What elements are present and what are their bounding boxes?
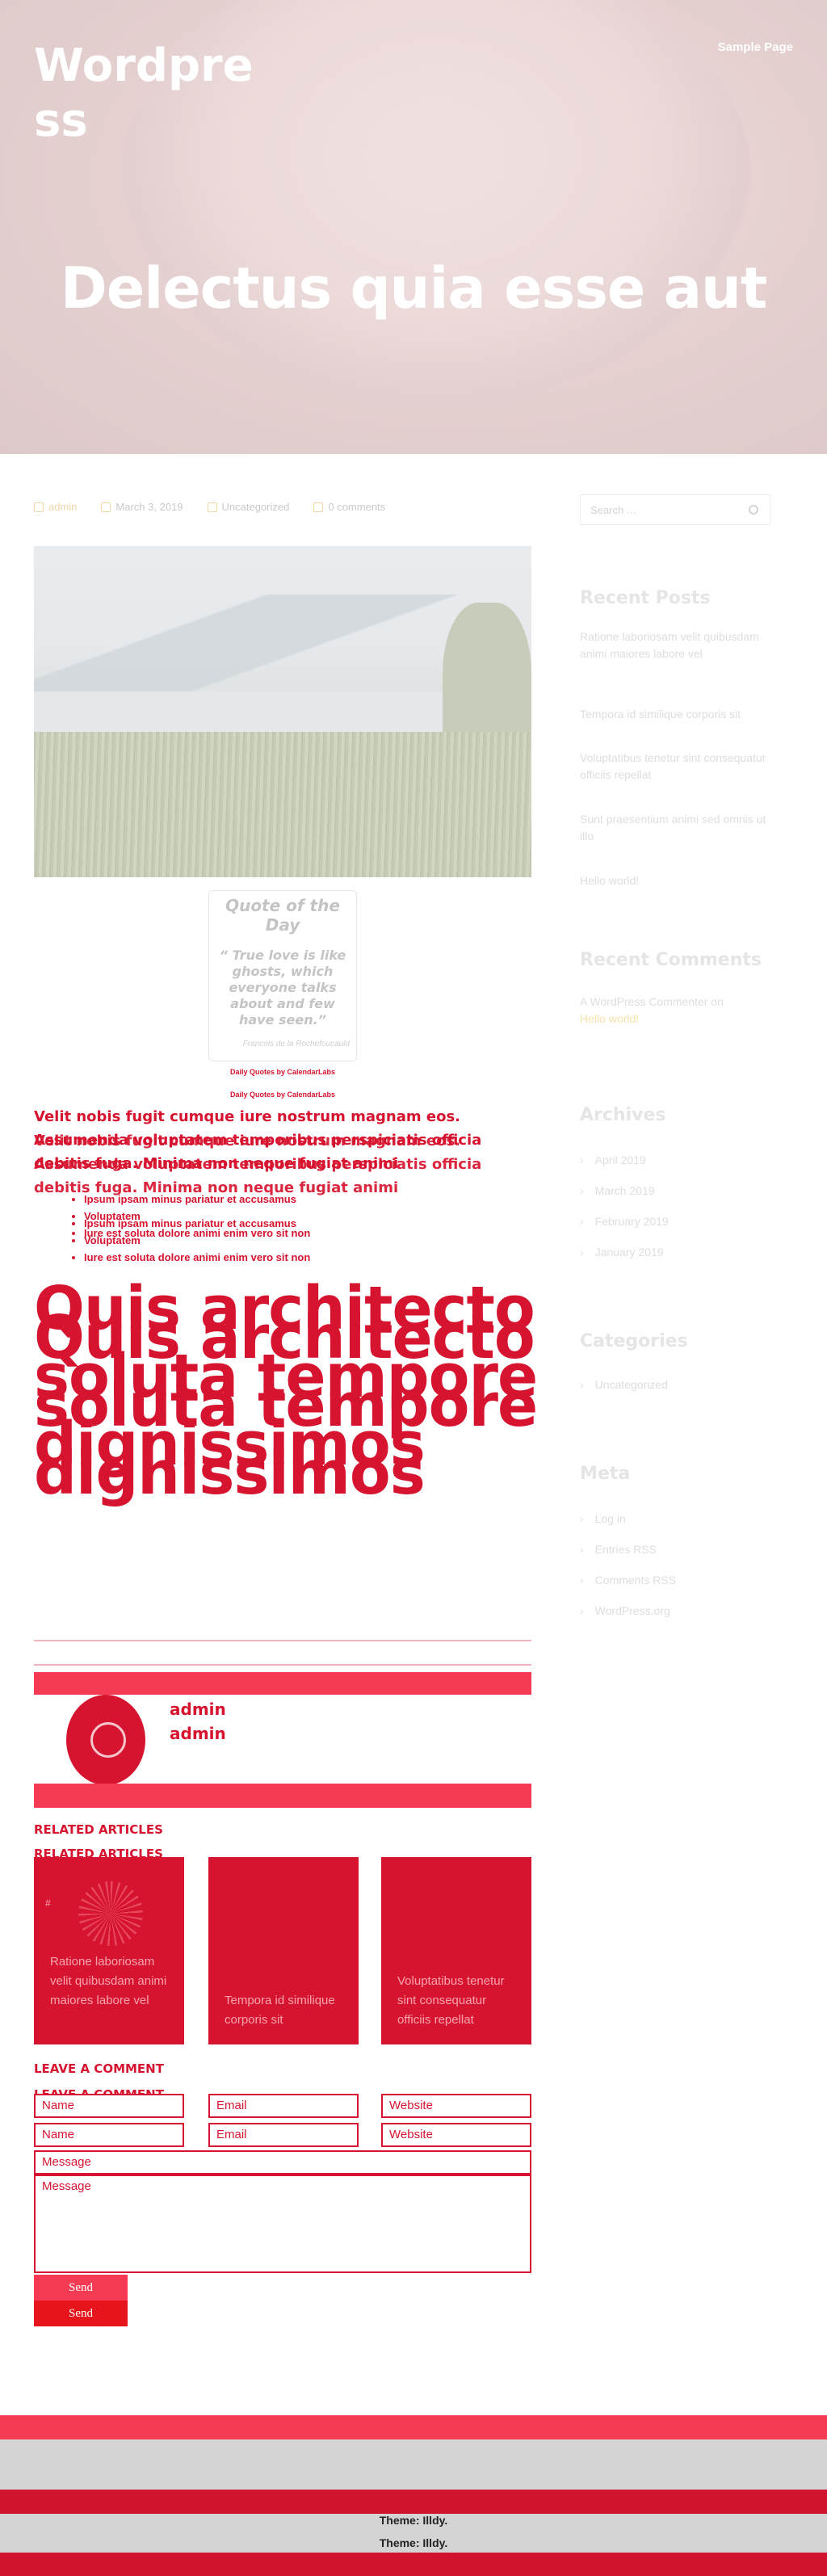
post-meta: admin March 3, 2019 Uncategorized 0 comm… xyxy=(34,501,385,513)
related-articles-heading: RELATED ARTICLES xyxy=(34,1822,163,1837)
author-box-bottom-bar xyxy=(34,1784,531,1808)
archive-link[interactable]: March 2019 xyxy=(580,1184,655,1197)
category-item[interactable]: Uncategorized xyxy=(580,1378,668,1391)
hero-title: Delectus quia esse aut xyxy=(60,255,768,321)
recent-post-link[interactable]: Ratione laboriosam velit quibusdam animi… xyxy=(580,628,774,662)
site-title[interactable]: Wordpress xyxy=(34,39,276,149)
related-article-title[interactable]: Voluptatibus tenetur sint consequatur of… xyxy=(397,1972,520,2030)
calendar-credit-link-dup[interactable]: Daily Quotes by CalendarLabs xyxy=(0,1090,565,1099)
website-field-dup[interactable]: Website xyxy=(381,2123,531,2147)
card-image xyxy=(78,1881,143,1946)
footer-bottom-bar xyxy=(0,2490,827,2514)
quote-title: Quote of the Day xyxy=(225,896,340,935)
search-placeholder: Search … xyxy=(590,504,637,516)
related-article-card[interactable]: Tempora id similique corporis sit xyxy=(208,1857,359,2044)
recent-comments-title: Recent Comments xyxy=(580,950,762,970)
related-article-title[interactable]: Ratione laboriosam velit quibusdam animi… xyxy=(50,1952,173,2011)
list-item: Iure est soluta dolore animi enim vero s… xyxy=(84,1249,536,1266)
author-box-name: admin xyxy=(170,1700,226,1719)
archive-link[interactable]: April 2019 xyxy=(580,1154,646,1166)
footer-theme-credit-dup: Theme: Illdy. xyxy=(379,2536,448,2549)
meta-link[interactable]: Entries RSS xyxy=(580,1543,657,1556)
recent-post-link[interactable]: Tempora id similique corporis sit xyxy=(580,706,774,723)
message-field-dup[interactable]: Message xyxy=(34,2175,531,2273)
categories-title: Categories xyxy=(580,1331,688,1351)
archives-title: Archives xyxy=(580,1105,666,1125)
name-field[interactable]: Name xyxy=(34,2094,184,2118)
recent-post-link[interactable]: Hello world! xyxy=(580,872,774,889)
related-article-card[interactable]: # Ratione laboriosam velit quibusdam ani… xyxy=(34,1857,184,2044)
footer-theme-credit: Theme: Illdy. xyxy=(379,2514,448,2527)
email-field-dup[interactable]: Email xyxy=(208,2123,359,2147)
recent-post-link[interactable]: Voluptatibus tenetur sint consequatur of… xyxy=(580,750,774,784)
quote-text: “ True love is like ghosts, which everyo… xyxy=(219,948,346,1027)
list-item: Ipsum ipsam minus pariatur et accusamus xyxy=(84,1191,536,1208)
message-field[interactable]: Message xyxy=(34,2150,531,2175)
comment-icon xyxy=(313,502,324,512)
email-field[interactable]: Email xyxy=(208,2094,359,2118)
list-item: Ipsum ipsam minus pariatur et accusamus xyxy=(84,1215,536,1232)
related-article-title[interactable]: Tempora id similique corporis sit xyxy=(225,1991,347,2030)
divider xyxy=(34,1664,531,1666)
quote-widget: Quote of the Day “ True love is like gho… xyxy=(208,890,357,1061)
archive-link[interactable]: February 2019 xyxy=(580,1215,669,1228)
featured-image xyxy=(34,546,531,877)
avatar xyxy=(66,1695,145,1785)
archive-link[interactable]: January 2019 xyxy=(580,1246,664,1259)
send-button-dup[interactable]: Send xyxy=(34,2301,128,2326)
folder-icon xyxy=(207,502,217,512)
author-box-name-dup: admin xyxy=(170,1724,226,1743)
content-paragraph-dup: Velit nobis fugit cumque iure nostrum ma… xyxy=(34,1133,482,1196)
related-article-card[interactable]: Voluptatibus tenetur sint consequatur of… xyxy=(381,1857,531,2044)
divider xyxy=(34,1640,531,1641)
list-item: Voluptatem xyxy=(84,1232,536,1249)
search-input[interactable]: Search … xyxy=(580,494,770,525)
search-icon[interactable] xyxy=(749,505,758,515)
meta-link[interactable]: Comments RSS xyxy=(580,1574,676,1586)
post-date: March 3, 2019 xyxy=(115,501,183,513)
meta-link[interactable]: Log in xyxy=(580,1512,626,1525)
recent-posts-title: Recent Posts xyxy=(580,588,711,608)
recent-post-link[interactable]: Sunt praesentium animi sed omnis ut illo xyxy=(580,811,774,845)
card-hash: # xyxy=(45,1897,51,1909)
footer-bottom-bar-dup xyxy=(0,2553,827,2576)
quote-author: Francois de la Rochefoucauld xyxy=(242,1040,350,1048)
send-button[interactable]: Send xyxy=(34,2275,128,2301)
footer-accent-bar xyxy=(0,2415,827,2439)
comments-link[interactable]: 0 comments xyxy=(328,501,385,513)
content-list-dup: Ipsum ipsam minus pariatur et accusamus … xyxy=(84,1215,536,1266)
calendar-credit-link[interactable]: Daily Quotes by CalendarLabs xyxy=(0,1068,565,1076)
footer-widgets xyxy=(0,2439,827,2490)
leave-comment-heading: LEAVE A COMMENT xyxy=(34,2061,164,2076)
meta-title: Meta xyxy=(580,1464,631,1484)
user-icon xyxy=(34,502,44,512)
recent-comment: A WordPress Commenter on Hello world! xyxy=(580,994,774,1027)
author-link[interactable]: admin xyxy=(48,501,77,513)
name-field-dup[interactable]: Name xyxy=(34,2123,184,2147)
category-link[interactable]: Uncategorized xyxy=(222,501,290,513)
author-box-top-bar xyxy=(34,1672,531,1695)
comment-author-link[interactable]: A WordPress Commenter xyxy=(580,995,707,1008)
nav-sample-page[interactable]: Sample Page xyxy=(718,40,793,54)
comment-post-link[interactable]: Hello world! xyxy=(580,1012,639,1025)
meta-link[interactable]: WordPress.org xyxy=(580,1604,670,1617)
website-field[interactable]: Website xyxy=(381,2094,531,2118)
content-heading-dup: Quis architecto soluta tempore dignissim… xyxy=(34,1303,538,1508)
comment-on-label: on xyxy=(711,995,724,1008)
calendar-icon xyxy=(101,502,111,512)
